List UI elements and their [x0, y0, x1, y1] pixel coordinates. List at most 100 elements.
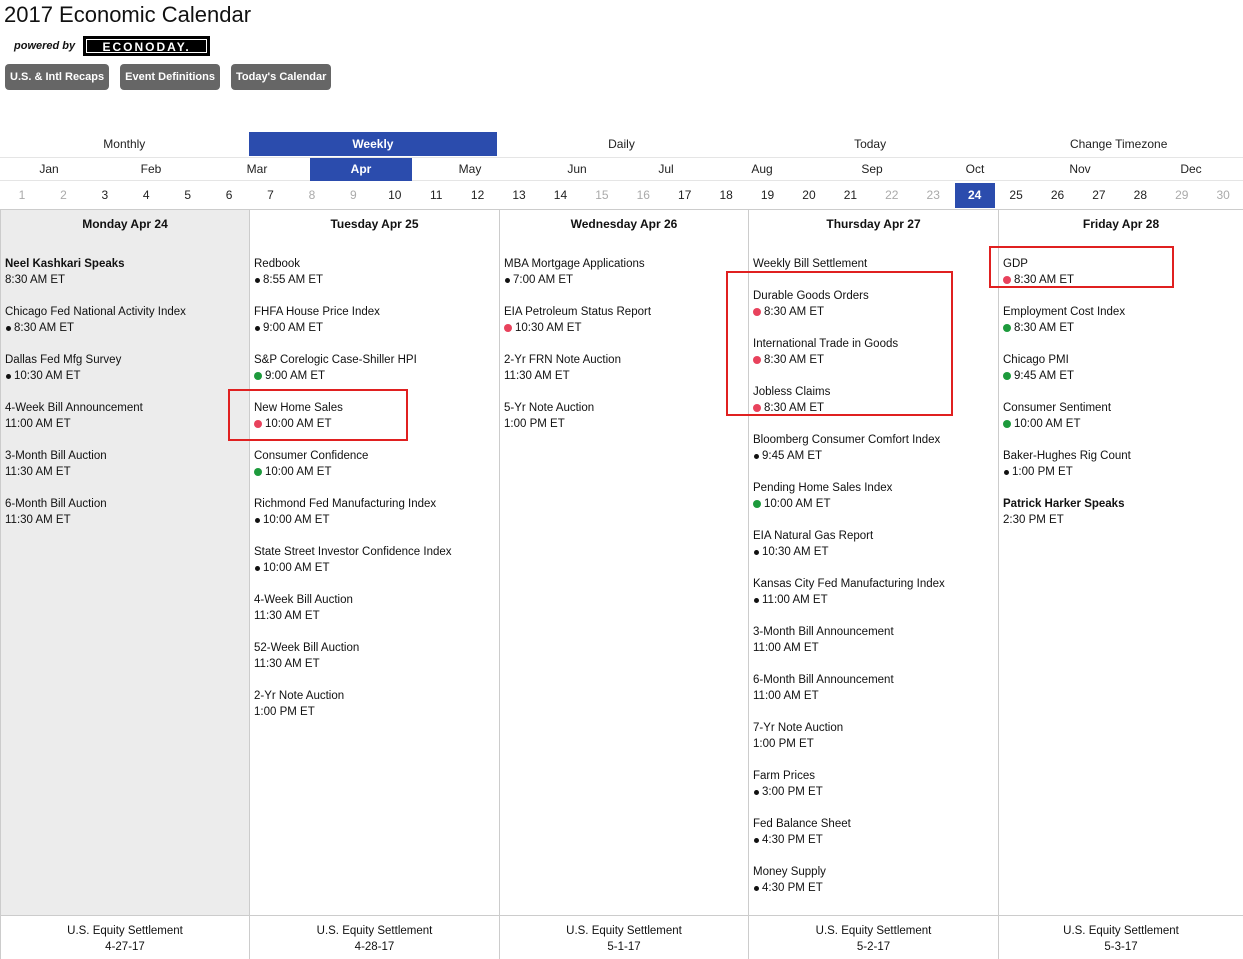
month-sep[interactable]: Sep — [832, 158, 912, 181]
view-tab-daily[interactable]: Daily — [497, 132, 746, 156]
event-international-trade-in-goods[interactable]: International Trade in Goods 8:30 AM ET — [753, 336, 994, 384]
view-tab-change-timezone[interactable]: Change Timezone — [994, 132, 1243, 156]
event-weekly-bill-settlement[interactable]: Weekly Bill Settlement — [753, 256, 994, 288]
month-aug[interactable]: Aug — [722, 158, 802, 181]
day-22[interactable]: 22 — [879, 183, 905, 208]
day-8[interactable]: 8 — [299, 183, 325, 208]
event-kansas-city-fed-manufacturing-index[interactable]: Kansas City Fed Manufacturing Index 11:00… — [753, 576, 994, 624]
event-sandp-corelogic-case-shiller-hpi[interactable]: S&P Corelogic Case-Shiller HPI 9:00 AM ET — [254, 352, 495, 400]
event-patrick-harker-speaks[interactable]: Patrick Harker Speaks 2:30 PM ET — [1003, 496, 1239, 544]
month-dec[interactable]: Dec — [1151, 158, 1231, 181]
equity-settlement-footer[interactable]: U.S. Equity Settlement 5-2-17 — [749, 915, 998, 959]
event-chicago-fed-national-activity-index[interactable]: Chicago Fed National Activity Index 8:30 … — [5, 304, 245, 352]
event-dallas-fed-mfg-survey[interactable]: Dallas Fed Mfg Survey 10:30 AM ET — [5, 352, 245, 400]
view-tab-monthly[interactable]: Monthly — [0, 132, 249, 156]
equity-settlement-footer[interactable]: U.S. Equity Settlement 5-3-17 — [999, 915, 1243, 959]
day-20[interactable]: 20 — [796, 183, 822, 208]
day-column-heading[interactable]: Monday Apr 24 — [1, 217, 249, 231]
econoday-logo[interactable]: ECONODAY. — [83, 36, 211, 56]
day-6[interactable]: 6 — [216, 183, 242, 208]
day-7[interactable]: 7 — [258, 183, 284, 208]
month-jan[interactable]: Jan — [9, 158, 89, 181]
day-24[interactable]: 24 — [954, 183, 995, 208]
equity-settlement-footer[interactable]: U.S. Equity Settlement 4-27-17 — [1, 915, 249, 959]
event-baker-hughes-rig-count[interactable]: Baker-Hughes Rig Count 1:00 PM ET — [1003, 448, 1239, 496]
day-17[interactable]: 17 — [672, 183, 698, 208]
event-2-yr-note-auction[interactable]: 2-Yr Note Auction 1:00 PM ET — [254, 688, 495, 736]
event-new-home-sales[interactable]: New Home Sales 10:00 AM ET — [254, 400, 495, 448]
month-oct[interactable]: Oct — [935, 158, 1015, 181]
event-2-yr-frn-note-auction[interactable]: 2-Yr FRN Note Auction 11:30 AM ET — [504, 352, 744, 400]
day-9[interactable]: 9 — [340, 183, 366, 208]
event-mba-mortgage-applications[interactable]: MBA Mortgage Applications 7:00 AM ET — [504, 256, 744, 304]
day-1[interactable]: 1 — [9, 183, 35, 208]
event-farm-prices[interactable]: Farm Prices 3:00 PM ET — [753, 768, 994, 816]
event-6-month-bill-announcement[interactable]: 6-Month Bill Announcement 11:00 AM ET — [753, 672, 994, 720]
equity-settlement-footer[interactable]: U.S. Equity Settlement 4-28-17 — [250, 915, 499, 959]
month-jul[interactable]: Jul — [626, 158, 706, 181]
view-tab-weekly[interactable]: Weekly — [248, 132, 498, 156]
event-6-month-bill-auction[interactable]: 6-Month Bill Auction 11:30 AM ET — [5, 496, 245, 544]
event-bloomberg-consumer-comfort-index[interactable]: Bloomberg Consumer Comfort Index 9:45 AM … — [753, 432, 994, 480]
event-employment-cost-index[interactable]: Employment Cost Index 8:30 AM ET — [1003, 304, 1239, 352]
day-21[interactable]: 21 — [837, 183, 863, 208]
day-10[interactable]: 10 — [382, 183, 408, 208]
day-16[interactable]: 16 — [630, 183, 656, 208]
month-feb[interactable]: Feb — [111, 158, 191, 181]
month-mar[interactable]: Mar — [217, 158, 297, 181]
event-fhfa-house-price-index[interactable]: FHFA House Price Index 9:00 AM ET — [254, 304, 495, 352]
month-jun[interactable]: Jun — [537, 158, 617, 181]
event-pending-home-sales-index[interactable]: Pending Home Sales Index 10:00 AM ET — [753, 480, 994, 528]
event-3-month-bill-announcement[interactable]: 3-Month Bill Announcement 11:00 AM ET — [753, 624, 994, 672]
event-state-street-investor-confidence-index[interactable]: State Street Investor Confidence Index 10… — [254, 544, 495, 592]
event-chicago-pmi[interactable]: Chicago PMI 9:45 AM ET — [1003, 352, 1239, 400]
day-25[interactable]: 25 — [1003, 183, 1029, 208]
day-11[interactable]: 11 — [423, 183, 449, 208]
event-eia-natural-gas-report[interactable]: EIA Natural Gas Report 10:30 AM ET — [753, 528, 994, 576]
month-nov[interactable]: Nov — [1040, 158, 1120, 181]
event-52-week-bill-auction[interactable]: 52-Week Bill Auction 11:30 AM ET — [254, 640, 495, 688]
day-column-heading[interactable]: Friday Apr 28 — [999, 217, 1243, 231]
event-7-yr-note-auction[interactable]: 7-Yr Note Auction 1:00 PM ET — [753, 720, 994, 768]
day-13[interactable]: 13 — [506, 183, 532, 208]
day-column-heading[interactable]: Wednesday Apr 26 — [500, 217, 748, 231]
day-15[interactable]: 15 — [589, 183, 615, 208]
event-5-yr-note-auction[interactable]: 5-Yr Note Auction 1:00 PM ET — [504, 400, 744, 448]
event-richmond-fed-manufacturing-index[interactable]: Richmond Fed Manufacturing Index 10:00 AM… — [254, 496, 495, 544]
day-30[interactable]: 30 — [1210, 183, 1236, 208]
event-money-supply[interactable]: Money Supply 4:30 PM ET — [753, 864, 994, 912]
event-3-month-bill-auction[interactable]: 3-Month Bill Auction 11:30 AM ET — [5, 448, 245, 496]
month-apr[interactable]: Apr — [310, 158, 412, 181]
day-18[interactable]: 18 — [713, 183, 739, 208]
day-23[interactable]: 23 — [920, 183, 946, 208]
recaps-button[interactable]: U.S. & Intl Recaps — [5, 64, 110, 90]
day-26[interactable]: 26 — [1045, 183, 1071, 208]
event-fed-balance-sheet[interactable]: Fed Balance Sheet 4:30 PM ET — [753, 816, 994, 864]
event-4-week-bill-announcement[interactable]: 4-Week Bill Announcement 11:00 AM ET — [5, 400, 245, 448]
event-neel-kashkari-speaks[interactable]: Neel Kashkari Speaks 8:30 AM ET — [5, 256, 245, 304]
day-4[interactable]: 4 — [133, 183, 159, 208]
event-gdp[interactable]: GDP 8:30 AM ET — [1003, 256, 1239, 304]
event-consumer-confidence[interactable]: Consumer Confidence 10:00 AM ET — [254, 448, 495, 496]
event-consumer-sentiment[interactable]: Consumer Sentiment 10:00 AM ET — [1003, 400, 1239, 448]
event-durable-goods-orders[interactable]: Durable Goods Orders 8:30 AM ET — [753, 288, 994, 336]
day-28[interactable]: 28 — [1127, 183, 1153, 208]
day-19[interactable]: 19 — [755, 183, 781, 208]
day-14[interactable]: 14 — [547, 183, 573, 208]
day-12[interactable]: 12 — [465, 183, 491, 208]
day-29[interactable]: 29 — [1169, 183, 1195, 208]
day-2[interactable]: 2 — [50, 183, 76, 208]
event-jobless-claims[interactable]: Jobless Claims 8:30 AM ET — [753, 384, 994, 432]
day-5[interactable]: 5 — [175, 183, 201, 208]
event-definitions-button[interactable]: Event Definitions — [120, 64, 220, 90]
event-eia-petroleum-status-report[interactable]: EIA Petroleum Status Report 10:30 AM ET — [504, 304, 744, 352]
day-column-heading[interactable]: Tuesday Apr 25 — [250, 217, 499, 231]
view-tab-today[interactable]: Today — [746, 132, 995, 156]
day-27[interactable]: 27 — [1086, 183, 1112, 208]
day-column-heading[interactable]: Thursday Apr 27 — [749, 217, 998, 231]
event-4-week-bill-auction[interactable]: 4-Week Bill Auction 11:30 AM ET — [254, 592, 495, 640]
day-3[interactable]: 3 — [92, 183, 118, 208]
month-may[interactable]: May — [430, 158, 510, 181]
event-redbook[interactable]: Redbook 8:55 AM ET — [254, 256, 495, 304]
todays-calendar-button[interactable]: Today's Calendar — [230, 64, 332, 90]
